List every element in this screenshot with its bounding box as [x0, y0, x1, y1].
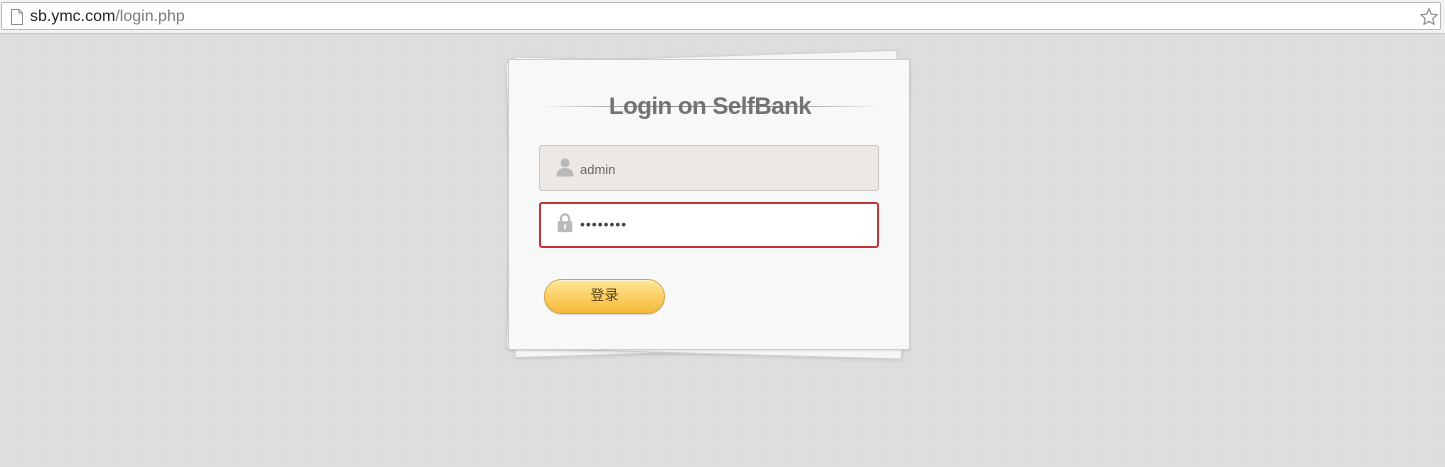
url-field[interactable]: sb.ymc.com/login.php — [1, 2, 1441, 30]
username-field[interactable] — [539, 145, 879, 191]
login-title-row: Login on SelfBank — [539, 90, 881, 122]
browser-address-bar: sb.ymc.com/login.php — [0, 0, 1445, 34]
url-host: sb.ymc.com — [30, 8, 116, 25]
user-icon — [556, 158, 574, 177]
url-path: /login.php — [115, 8, 185, 25]
lock-icon — [557, 213, 573, 233]
login-title: Login on SelfBank — [608, 93, 812, 120]
username-input[interactable] — [580, 160, 860, 178]
login-button[interactable]: 登录 — [544, 279, 665, 314]
url-text: sb.ymc.com/login.php — [30, 7, 185, 27]
page-icon — [11, 9, 23, 25]
login-card: Login on SelfBank •••••••• 登录 — [508, 59, 910, 350]
password-input[interactable]: •••••••• — [580, 216, 860, 234]
star-icon[interactable] — [1419, 7, 1439, 27]
password-field[interactable]: •••••••• — [539, 202, 879, 248]
